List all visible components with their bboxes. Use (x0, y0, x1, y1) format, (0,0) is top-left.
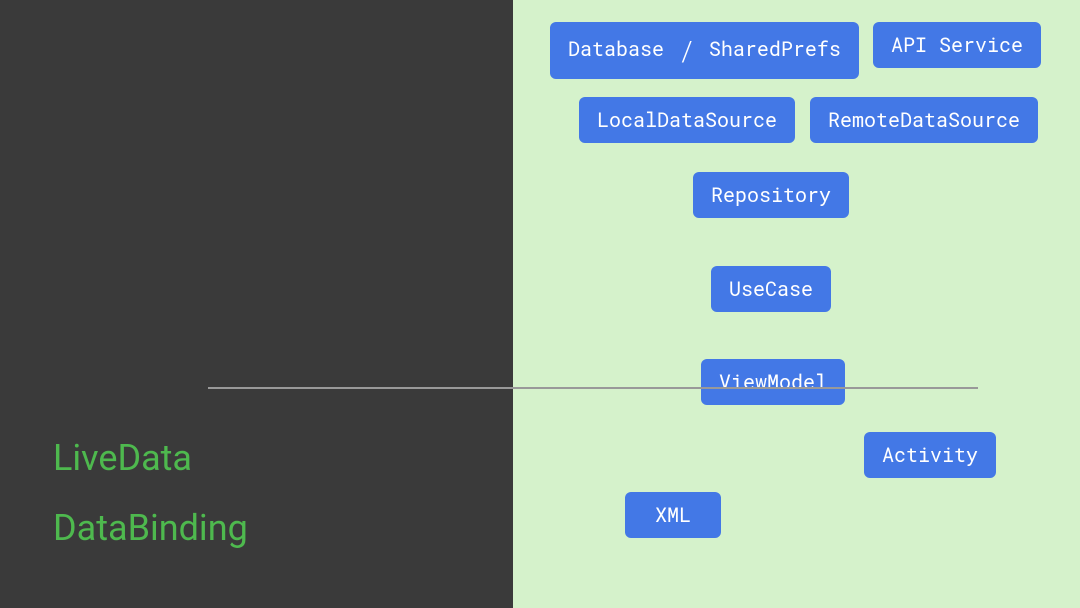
node-remote-data-source: RemoteDataSource (810, 97, 1038, 143)
node-activity: Activity (864, 432, 996, 478)
left-panel: LiveData DataBinding (0, 0, 513, 608)
node-xml: XML (625, 492, 721, 538)
node-database-text-left: Database (568, 36, 676, 62)
node-repository: Repository (693, 172, 849, 218)
label-livedata: LiveData (53, 437, 192, 479)
right-panel: Database / SharedPrefs API Service Local… (513, 0, 1080, 608)
horizontal-divider (208, 387, 978, 389)
slash-separator: / (676, 32, 697, 69)
node-viewmodel: ViewModel (701, 359, 845, 405)
label-databinding: DataBinding (53, 507, 248, 549)
node-database-sharedprefs: Database / SharedPrefs (550, 22, 859, 79)
node-usecase: UseCase (711, 266, 831, 312)
node-local-data-source: LocalDataSource (579, 97, 795, 143)
node-api-service: API Service (873, 22, 1041, 68)
node-sharedprefs-text-right: SharedPrefs (697, 36, 841, 62)
